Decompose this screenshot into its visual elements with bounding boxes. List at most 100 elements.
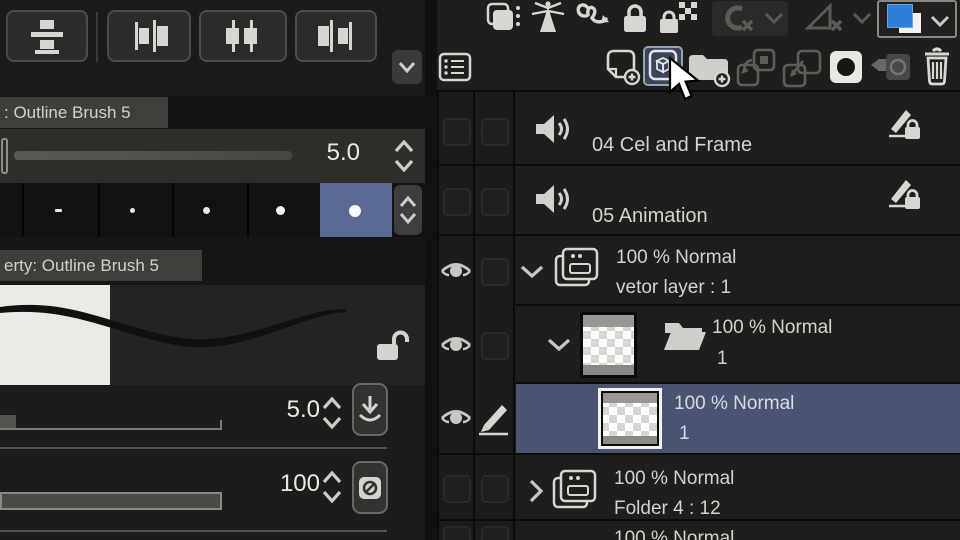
press-icon (31, 20, 63, 54)
edit-checkbox-empty[interactable] (481, 258, 509, 286)
slider-handle[interactable] (1, 138, 8, 174)
preset-cell-divider (247, 183, 249, 237)
preset-strip (0, 183, 425, 237)
pressure-source-icon (358, 395, 382, 421)
layer-label[interactable]: 05 Animation (592, 205, 708, 228)
chevron-down-icon[interactable] (546, 336, 572, 354)
speaker-icon[interactable] (534, 112, 574, 146)
preset-spinner[interactable] (394, 185, 422, 235)
onion-tower-icon[interactable] (530, 0, 566, 34)
opacity-spinner[interactable] (320, 469, 344, 505)
app-screenshot: : Outline Brush 5 5.0 erty: Outline Brus… (0, 0, 960, 540)
chevron-down-icon[interactable] (519, 263, 545, 281)
edit-checkbox-empty[interactable] (481, 526, 509, 540)
lock-icon[interactable] (620, 2, 650, 34)
new-raster-layer-icon[interactable] (600, 48, 642, 86)
taper-center-button[interactable] (199, 10, 287, 62)
layer-name[interactable]: Folder 4 : 12 (614, 498, 721, 520)
brush-size-slider-track[interactable] (0, 428, 222, 430)
pressure-source-button[interactable] (352, 383, 388, 436)
clip-to-layer-disabled-icon (725, 5, 784, 32)
taper-center-icon (226, 20, 257, 52)
pen-lock-icon[interactable] (888, 106, 922, 144)
preset-dot-4[interactable] (276, 206, 285, 215)
edit-checkbox-empty[interactable] (481, 475, 509, 503)
mouse-cursor (668, 56, 701, 101)
opacity-value[interactable]: 100 (252, 470, 320, 498)
preset-dot-5[interactable] (349, 205, 361, 217)
unlock-icon[interactable] (374, 328, 410, 364)
press-button[interactable] (6, 10, 88, 62)
animation-folder-icon[interactable] (553, 245, 601, 291)
preset-dot-2[interactable] (130, 208, 135, 213)
property-title: erty: Outline Brush 5 (0, 250, 202, 281)
layer-blend[interactable]: 100 % Normal (614, 528, 734, 540)
layer-name[interactable]: vetor layer : 1 (616, 277, 731, 299)
layer-thumbnail[interactable] (580, 312, 637, 378)
layer-blend[interactable]: 100 % Normal (616, 247, 736, 269)
layer-label[interactable]: 04 Cel and Frame (592, 134, 752, 157)
layer-name[interactable]: 1 (679, 423, 690, 445)
delete-layer-icon[interactable] (919, 46, 955, 88)
size-popup-spinner[interactable] (392, 138, 416, 174)
property-title-text: erty: Outline Brush 5 (4, 255, 159, 275)
preset-dot-1[interactable] (55, 209, 62, 212)
opacity-slider-bar[interactable] (0, 492, 222, 510)
column-line-3 (513, 92, 515, 540)
toolbar-overflow-button[interactable] (392, 50, 422, 84)
layer-thumbnail-selected[interactable] (598, 388, 662, 449)
visibility-checkbox-empty[interactable] (443, 526, 471, 540)
slider-streak[interactable] (14, 151, 292, 160)
taper-right-icon (135, 20, 168, 52)
transfer-to-lower-icon[interactable] (735, 48, 779, 88)
layer-blend[interactable]: 100 % Normal (712, 317, 832, 339)
clip-to-layer-button-disabled[interactable] (712, 1, 788, 36)
size-slider-row (0, 129, 425, 183)
chevron-right-icon[interactable] (527, 478, 545, 504)
brush-size-spinner[interactable] (320, 395, 344, 431)
ruler-disabled-icon[interactable] (800, 2, 874, 36)
open-folder-icon[interactable] (662, 316, 710, 354)
chevron-down-icon (930, 15, 950, 28)
property-separator-2 (0, 530, 387, 532)
visibility-checkbox-empty[interactable] (443, 475, 471, 503)
eye-icon[interactable] (440, 258, 472, 282)
merge-to-lower-icon[interactable] (781, 49, 823, 89)
column-line-2 (473, 92, 475, 540)
eye-icon[interactable] (440, 405, 472, 429)
brush-size-value[interactable]: 5.0 (252, 396, 320, 424)
taper-left-button[interactable] (295, 10, 377, 62)
no-dynamics-button[interactable] (352, 461, 388, 514)
layer-color-chip-blue (887, 4, 913, 28)
edit-checkbox-empty[interactable] (481, 332, 509, 360)
stroke-preview-curve (0, 304, 346, 348)
apply-mask-icon[interactable] (869, 48, 913, 86)
eye-icon[interactable] (440, 332, 472, 356)
layer-mask-icon[interactable] (828, 49, 864, 85)
pencil-icon[interactable] (477, 398, 513, 438)
row-separator (516, 304, 960, 306)
edit-checkbox-empty[interactable] (481, 118, 509, 146)
preset-cell-divider (98, 183, 100, 237)
visibility-checkbox-empty[interactable] (443, 118, 471, 146)
size-popup-value[interactable]: 5.0 (300, 139, 360, 167)
speaker-icon[interactable] (534, 182, 574, 216)
layer-blend[interactable]: 100 % Normal (614, 468, 734, 490)
lock-transparent-icon[interactable] (657, 1, 699, 35)
transfer-dots-icon[interactable] (486, 2, 522, 34)
taper-right-button[interactable] (107, 10, 191, 62)
grab-hand-icon[interactable] (574, 2, 612, 36)
brush-size-slider-endtick (220, 420, 222, 430)
preset-dot-3[interactable] (203, 207, 210, 214)
size-popup-title-text: : Outline Brush 5 (4, 102, 131, 122)
layer-name[interactable]: 1 (717, 348, 728, 370)
preset-cell-divider (172, 183, 174, 237)
layer-blend[interactable]: 100 % Normal (674, 393, 794, 415)
list-icon[interactable] (438, 50, 472, 84)
row-separator (437, 234, 960, 236)
pen-lock-icon[interactable] (888, 176, 922, 214)
edit-checkbox-empty[interactable] (481, 188, 509, 216)
animation-folder-icon[interactable] (551, 467, 599, 513)
visibility-checkbox-empty[interactable] (443, 188, 471, 216)
layer-color-button[interactable] (877, 0, 957, 38)
